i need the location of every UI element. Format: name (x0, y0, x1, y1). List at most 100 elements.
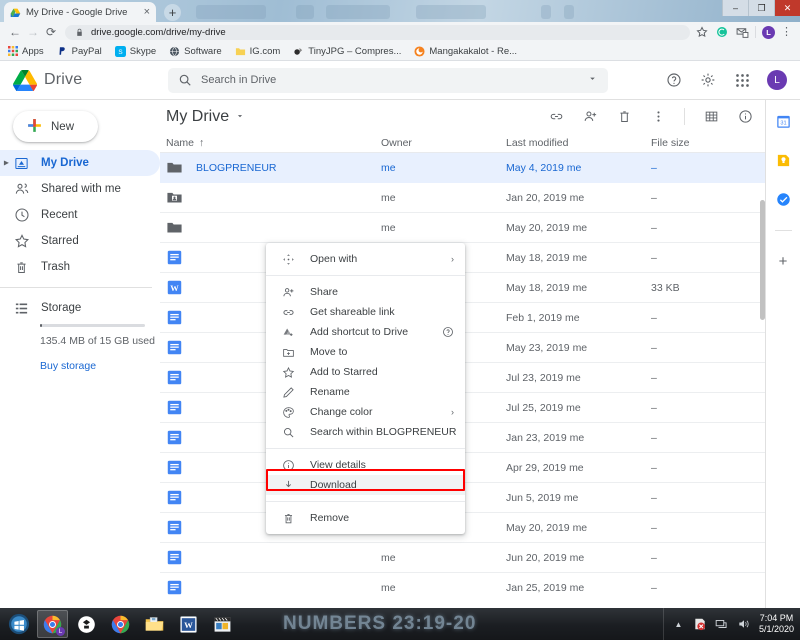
volume-icon[interactable] (737, 617, 752, 632)
profile-avatar[interactable]: L (762, 25, 775, 39)
chrome-beta-icon[interactable] (105, 610, 136, 638)
breadcrumb[interactable]: My Drive (166, 108, 229, 126)
menu-item-search-within[interactable]: Search within BLOGPRENEUR (266, 422, 465, 442)
menu-item-remove[interactable]: Remove (266, 508, 465, 528)
bookmark-software[interactable]: Software (169, 46, 222, 57)
menu-item-add-shortcut-to-drive[interactable]: Add shortcut to Drive (266, 322, 465, 342)
person-add-icon[interactable] (582, 109, 598, 125)
column-header-name[interactable]: Name ↑ (166, 137, 381, 149)
info-icon[interactable] (737, 109, 753, 125)
search-options-icon[interactable] (587, 73, 598, 87)
menu-item-share[interactable]: Share (266, 282, 465, 302)
modified-by: me (569, 581, 585, 594)
more-vertical-icon[interactable] (650, 109, 666, 125)
star-icon[interactable] (695, 25, 709, 39)
chrome-taskbar-icon[interactable]: L (37, 610, 68, 638)
back-icon[interactable]: ← (6, 23, 24, 41)
maximize-button[interactable]: ❐ (748, 0, 774, 16)
expand-caret-icon[interactable]: ▶ (4, 160, 9, 167)
file-size-cell: – (651, 521, 657, 534)
table-row[interactable]: BLOGPRENEUR me May 4, 2019 me – (160, 153, 765, 183)
chevron-down-icon[interactable] (235, 111, 245, 123)
calendar-icon[interactable]: 31 (775, 113, 792, 130)
sidebar-item-shared-with-me[interactable]: Shared with me (0, 176, 160, 202)
drive-brand[interactable]: Drive (0, 69, 160, 92)
bookmark-apps[interactable]: Apps (7, 46, 44, 57)
search-input[interactable]: Search in Drive (168, 67, 608, 93)
file-size-cell: – (651, 221, 657, 234)
menu-item-add-to-starred[interactable]: Add to Starred (266, 362, 465, 382)
apps-grid-icon[interactable] (733, 71, 751, 89)
bookmark-paypal[interactable]: PayPal (57, 46, 102, 57)
link-icon[interactable] (548, 109, 564, 125)
account-avatar[interactable]: L (767, 70, 787, 90)
buy-storage-link[interactable]: Buy storage (40, 360, 160, 372)
menu-divider (266, 448, 465, 449)
wallpaper-text: NUMBERS 23:19-20 (283, 613, 477, 634)
movie-maker-icon[interactable] (207, 610, 238, 638)
address-bar[interactable]: drive.google.com/drive/my-drive (65, 24, 690, 40)
tasks-icon[interactable] (775, 191, 792, 208)
sort-ascending-icon[interactable]: ↑ (199, 137, 204, 149)
grammarly-extension-icon[interactable] (715, 25, 729, 39)
menu-item-move-to[interactable]: Move to (266, 342, 465, 362)
bookmark-label: Skype (129, 45, 157, 57)
table-row[interactable]: meMay 20, 2019 me– (160, 213, 765, 243)
keep-icon[interactable] (775, 152, 792, 169)
gdoc-icon (166, 579, 183, 596)
sidebar-item-my-drive[interactable]: ▶ My Drive (0, 150, 160, 176)
show-hidden-icons[interactable]: ▲ (671, 617, 686, 632)
help-icon[interactable] (665, 71, 683, 89)
menu-item-change-color[interactable]: Change color › (266, 402, 465, 422)
windows-start-icon[interactable] (3, 610, 34, 638)
sidebar-item-label: My Drive (41, 157, 89, 169)
menu-item-view-details[interactable]: View details (266, 455, 465, 475)
word-icon[interactable]: W (173, 610, 204, 638)
table-row[interactable]: me Jan 20, 2019 me – (160, 183, 765, 213)
trash-icon[interactable] (616, 109, 632, 125)
browser-menu-icon[interactable]: ⋮ (781, 26, 792, 38)
sidebar-item-storage[interactable]: Storage (0, 295, 160, 321)
network-icon[interactable] (715, 617, 730, 632)
sidebar-item-starred[interactable]: Starred (0, 228, 160, 254)
close-window-button[interactable]: ✕ (774, 0, 800, 16)
forward-icon[interactable]: → (24, 23, 42, 41)
sidebar-item-recent[interactable]: Recent (0, 202, 160, 228)
sidebar-item-trash[interactable]: Trash (0, 254, 160, 280)
add-addon-icon[interactable]: + (775, 253, 792, 270)
gear-icon[interactable] (699, 71, 717, 89)
menu-item-open-with[interactable]: Open with › (266, 249, 465, 269)
menu-item-get-shareable-link[interactable]: Get shareable link (266, 302, 465, 322)
table-row[interactable]: me Jan 25, 2019 me – (160, 573, 765, 601)
bookmark-skype[interactable]: S Skype (114, 45, 157, 57)
new-tab-button[interactable]: + (164, 4, 181, 21)
dropbox-icon[interactable] (71, 610, 102, 638)
antivirus-icon[interactable] (693, 617, 708, 632)
minimize-button[interactable]: – (722, 0, 748, 16)
browser-tab-my-drive[interactable]: My Drive - Google Drive × (4, 2, 156, 22)
menu-item-rename[interactable]: Rename (266, 382, 465, 402)
menu-item-download[interactable]: Download (266, 475, 465, 495)
reload-icon[interactable]: ⟳ (42, 23, 60, 41)
bookmark-mangakakalot[interactable]: Mangakakalot - Re... (414, 46, 517, 57)
browser-tabstrip: My Drive - Google Drive × + – ❐ ✕ (0, 0, 800, 22)
screen: My Drive - Google Drive × + – ❐ ✕ ← → ⟳ … (0, 0, 800, 640)
bookmark-ig[interactable]: IG.com (235, 46, 280, 57)
file-explorer-icon[interactable] (139, 610, 170, 638)
browser-toolbar: ← → ⟳ drive.google.com/drive/my-drive L … (0, 22, 800, 42)
table-row[interactable]: me Jun 20, 2019 me – (160, 543, 765, 573)
close-icon[interactable]: × (144, 6, 150, 18)
new-button[interactable]: New (13, 111, 98, 142)
column-header-file-size[interactable]: File size (651, 137, 751, 149)
taskbar-clock[interactable]: 7:04 PM 5/1/2020 (759, 613, 794, 635)
column-header-owner[interactable]: Owner (381, 137, 506, 149)
folder-icon (235, 46, 246, 57)
grid-view-icon[interactable] (703, 109, 719, 125)
mail-extension-icon[interactable] (735, 25, 749, 39)
column-header-last-modified[interactable]: Last modified (506, 137, 651, 149)
file-size-cell: – (651, 431, 657, 444)
help-icon[interactable] (441, 326, 454, 339)
bookmark-label: Mangakakalot - Re... (429, 45, 518, 57)
bookmark-tinyjpg[interactable]: TinyJPG – Compres... (293, 46, 401, 57)
sidebar-item-label: Shared with me (41, 183, 121, 195)
